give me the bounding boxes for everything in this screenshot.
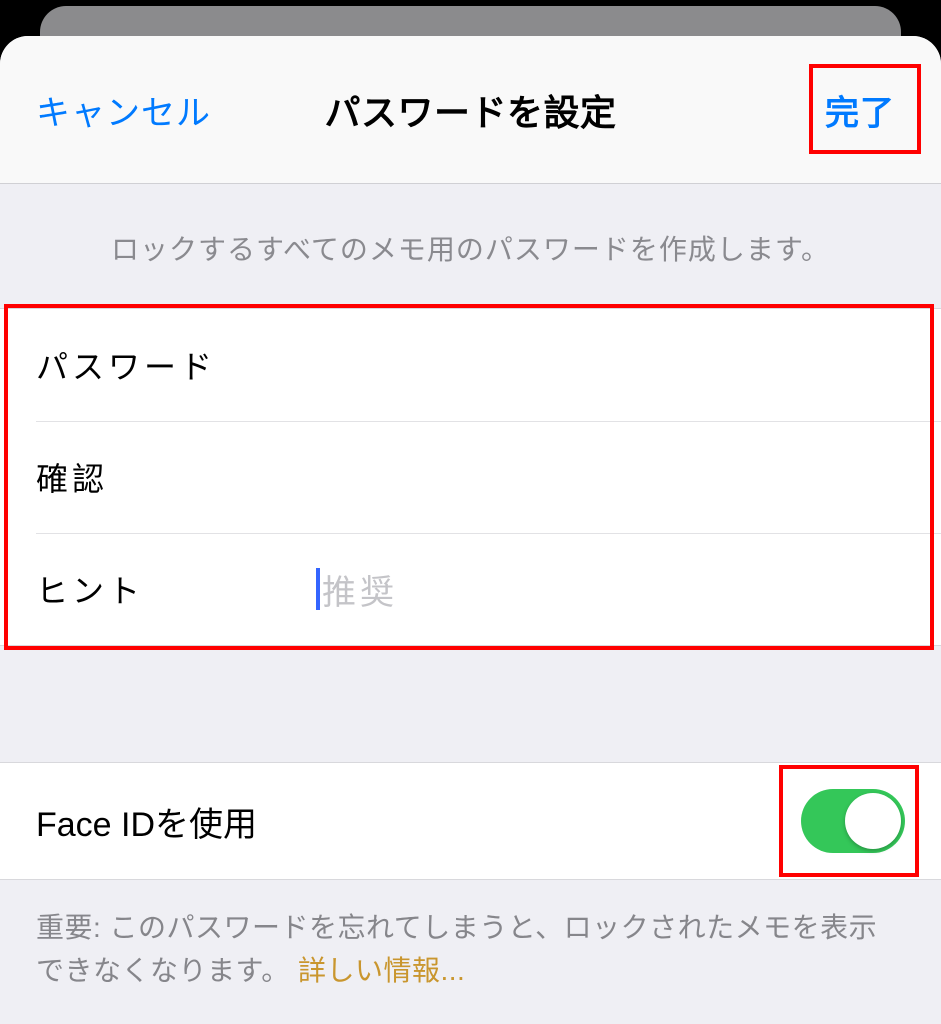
hint-label: ヒント bbox=[36, 566, 316, 612]
hint-row[interactable]: ヒント 推奨 bbox=[0, 533, 941, 645]
toggle-knob-icon bbox=[845, 793, 901, 849]
navigation-bar: キャンセル パスワードを設定 完了 bbox=[0, 36, 941, 184]
verify-label: 確認 bbox=[36, 454, 316, 500]
cancel-button[interactable]: キャンセル bbox=[36, 85, 211, 134]
spacer bbox=[0, 646, 941, 762]
password-row[interactable]: パスワード bbox=[0, 309, 941, 421]
password-fields-group: パスワード 確認 ヒント 推奨 bbox=[0, 308, 941, 646]
faceid-toggle[interactable] bbox=[801, 789, 905, 853]
content-area: ロックするすべてのメモ用のパスワードを作成します。 パスワード 確認 ヒント bbox=[0, 184, 941, 1024]
faceid-row: Face IDを使用 bbox=[0, 762, 941, 880]
verify-row[interactable]: 確認 bbox=[0, 421, 941, 533]
verify-input[interactable] bbox=[316, 459, 905, 496]
done-button[interactable]: 完了 bbox=[807, 73, 913, 146]
password-label: パスワード bbox=[36, 342, 316, 388]
page-title: パスワードを設定 bbox=[324, 84, 616, 136]
more-info-link[interactable]: 詳しい情報... bbox=[298, 955, 465, 986]
faceid-label: Face IDを使用 bbox=[36, 797, 257, 846]
password-input[interactable] bbox=[316, 347, 905, 384]
section-description: ロックするすべてのメモ用のパスワードを作成します。 bbox=[0, 184, 941, 308]
footer-note: 重要: このパスワードを忘れてしまうと、ロックされたメモを表示できなくなります。… bbox=[0, 880, 941, 1023]
set-password-modal: キャンセル パスワードを設定 完了 ロックするすべてのメモ用のパスワードを作成し… bbox=[0, 36, 941, 1024]
